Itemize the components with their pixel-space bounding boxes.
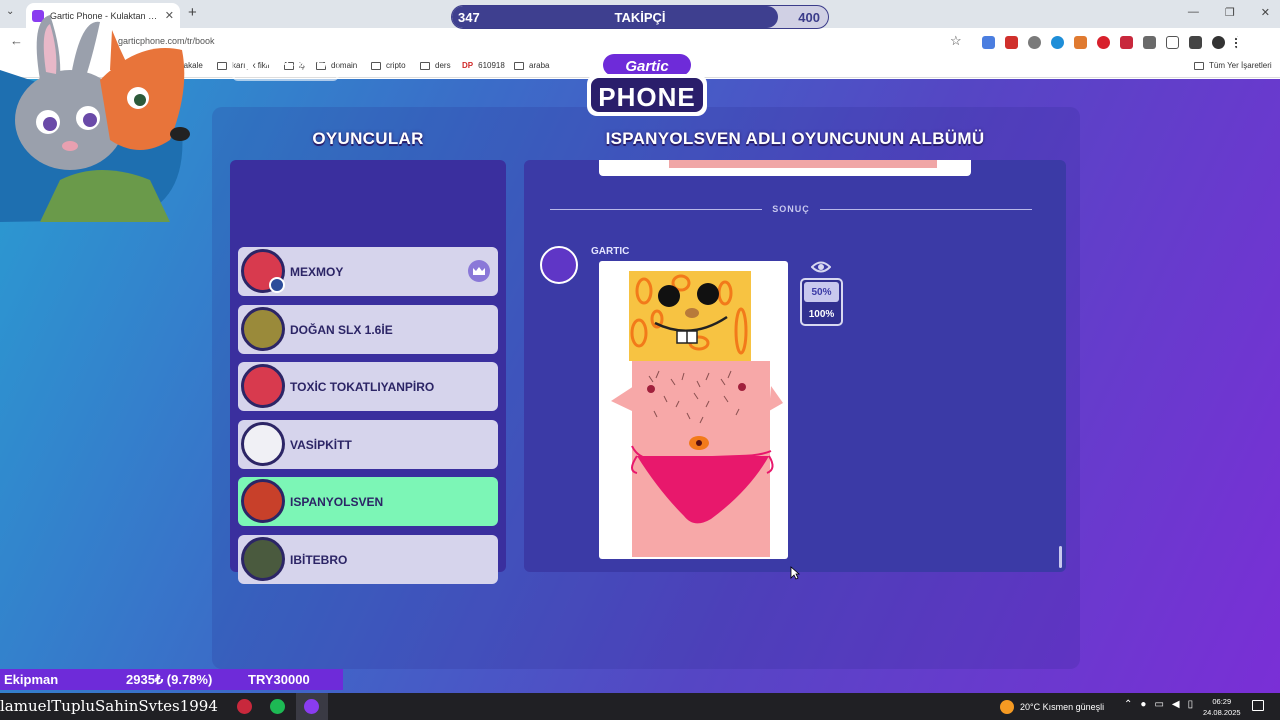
media-controls-icon[interactable]	[1189, 36, 1202, 49]
crown-icon	[468, 260, 490, 282]
bookmark-610918[interactable]: DP 610918	[462, 61, 505, 70]
player-row-toxic[interactable]: TOXİC TOKATLIYANPİRO	[238, 362, 498, 411]
player-avatar-pumpkin-icon	[241, 479, 285, 523]
player-avatar-skull-icon	[241, 307, 285, 351]
download-badge-icon	[269, 277, 285, 293]
system-tray: ⌃ ● ▭ ◀ ▯	[1124, 699, 1193, 710]
clock-time: 06:29	[1212, 697, 1232, 706]
player-name: TOXİC TOKATLIYANPİRO	[290, 379, 435, 394]
zoom-option-100[interactable]: 100%	[804, 304, 839, 324]
eye-icon[interactable]	[811, 260, 831, 274]
bookmark-star-icon[interactable]: ☆	[950, 33, 962, 49]
donation-target: TRY30000	[248, 672, 310, 687]
player-name: ISPANYOLSVEN	[290, 494, 384, 509]
folder-icon	[371, 61, 381, 70]
volume-icon[interactable]: ◀	[1172, 699, 1180, 710]
microphone-icon[interactable]: ●	[1140, 699, 1146, 710]
network-icon[interactable]: ▭	[1154, 699, 1163, 710]
stream-ticker-text: lamuelTupluSahinSvtes1994	[0, 697, 218, 715]
opera-gx-taskbar-icon[interactable]	[237, 699, 252, 714]
follower-goal-bar: TAKİPÇİ 347 400	[452, 6, 828, 28]
gartic-author-avatar-icon	[540, 246, 578, 284]
tray-chevron-icon[interactable]: ⌃	[1124, 699, 1132, 710]
logo-top-text: Gartic	[625, 58, 669, 75]
dp-logo-icon: DP	[462, 61, 474, 70]
system-clock[interactable]: 06:29 24.08.2025	[1203, 696, 1241, 718]
player-row-dogan[interactable]: DOĞAN SLX 1.6İE	[238, 305, 498, 354]
orange-extension-icon[interactable]	[1074, 36, 1087, 49]
player-row-mexmoy[interactable]: MEXMOY	[238, 247, 498, 296]
sound-icon[interactable]	[1036, 48, 1070, 76]
minimize-button[interactable]: —	[1188, 6, 1199, 19]
mouse-cursor-icon	[790, 566, 800, 580]
profile-icon[interactable]	[1212, 36, 1225, 49]
drawing-canvas	[611, 271, 783, 557]
author-name: GARTIC	[591, 246, 630, 257]
partly-sunny-icon	[1000, 700, 1014, 714]
close-window-button[interactable]: ✕	[1261, 6, 1270, 19]
folder-icon	[514, 61, 524, 70]
player-row-vasipkitt[interactable]: VASİPKİTT	[238, 420, 498, 469]
result-label: SONUÇ	[772, 204, 810, 214]
all-bookmarks-folder[interactable]: Tüm Yer İşaretleri	[1194, 61, 1272, 70]
album-scrollbar[interactable]	[1059, 546, 1062, 568]
windows-taskbar: lamuelTupluSahinSvtes1994 20°C Kısmen gü…	[0, 693, 1280, 720]
window-controls: — ❐ ✕	[1188, 6, 1270, 19]
opera-extension-icon[interactable]	[1097, 36, 1110, 49]
streamer-avatar-image	[0, 15, 190, 222]
follower-target: 400	[798, 10, 820, 25]
logo-bottom-text: PHONE	[598, 82, 695, 112]
translate-extension-icon[interactable]	[982, 36, 995, 49]
zoom-option-50[interactable]: 50%	[804, 282, 839, 302]
player-avatar-unicorn-icon	[241, 422, 285, 466]
player-name: DOĞAN SLX 1.6İE	[290, 322, 393, 337]
donation-amount: 2935₺ (9.78%)	[126, 672, 213, 687]
folder-icon	[1194, 61, 1204, 70]
spotify-taskbar-icon[interactable]	[270, 699, 285, 714]
previous-drawing-card	[599, 160, 971, 176]
battery-icon[interactable]: ▯	[1188, 699, 1194, 710]
browser-menu-icon[interactable]	[1235, 36, 1248, 49]
players-title: OYUNCULAR	[312, 129, 424, 148]
bookmark-ders[interactable]: ders	[420, 61, 451, 70]
folder-icon	[420, 61, 430, 70]
extensions-toolbar	[982, 36, 1248, 49]
zoom-selector: 50% 100%	[800, 278, 843, 326]
player-avatar-bomb-icon	[241, 537, 285, 581]
player-avatar-strawberry-icon	[241, 364, 285, 408]
home-button-label: ANA SAYFA	[264, 56, 332, 70]
player-name: MEXMOY	[290, 264, 344, 279]
player-row-ispanyolsven[interactable]: ISPANYOLSVEN	[238, 477, 498, 526]
bookmark-araba[interactable]: araba	[514, 61, 549, 70]
album-panel: SONUÇ GARTIC 50% 100%	[524, 160, 1066, 572]
puzzle-extensions-icon[interactable]	[1143, 36, 1156, 49]
player-name: VASİPKİTT	[290, 437, 352, 452]
weather-text: 20°C Kısmen güneşli	[1020, 702, 1105, 712]
donation-goal-bar: Ekipman 2935₺ (9.78%) TRY30000	[0, 669, 343, 690]
result-drawing	[599, 261, 788, 559]
follower-count: 347	[458, 10, 480, 25]
clock-date: 24.08.2025	[1203, 708, 1241, 717]
folder-icon	[217, 61, 227, 70]
follower-goal-label: TAKİPÇİ	[614, 10, 666, 25]
home-button[interactable]: ANA SAYFA	[232, 45, 339, 81]
weather-widget[interactable]: 20°C Kısmen güneşli	[1000, 700, 1104, 714]
red-extension-icon[interactable]	[1120, 36, 1133, 49]
maximize-button[interactable]: ❐	[1225, 6, 1235, 19]
pdf-extension-icon[interactable]	[1005, 36, 1018, 49]
download-icon[interactable]	[1166, 36, 1179, 49]
player-row-ibitebro[interactable]: IBİTEBRO	[238, 535, 498, 584]
gartic-phone-logo: Gartic PHONE	[587, 46, 707, 116]
notifications-icon[interactable]	[1252, 700, 1264, 711]
player-name: IBİTEBRO	[290, 552, 348, 567]
result-divider: SONUÇ	[550, 204, 1033, 214]
home-icon	[243, 57, 255, 69]
bookmark-cripto[interactable]: cripto	[371, 61, 406, 70]
gartic-taskbar-icon[interactable]	[304, 699, 319, 714]
album-title: ISPANYOLSVEN ADLI OYUNCUNUN ALBÜMÜ	[605, 129, 985, 148]
donation-goal-name: Ekipman	[4, 672, 59, 687]
